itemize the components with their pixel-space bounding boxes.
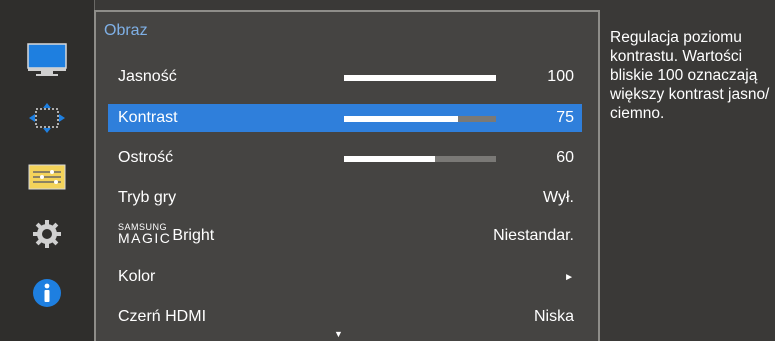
contrast-slider[interactable] [344, 116, 496, 122]
menu-item-label: SAMSUNG MAGIC Bright [118, 223, 215, 246]
submenu-arrow-icon: ► [564, 272, 574, 283]
monitor-icon [27, 43, 67, 76]
menu-item-label: Tryb gry [118, 189, 177, 206]
slider-fill [344, 156, 436, 162]
slider-fill [344, 75, 496, 81]
osd-screen: Obraz Jasność 100 Kontrast 75 Ostrość 60… [0, 0, 775, 341]
menu-item-contrast[interactable]: Kontrast 75 [108, 104, 582, 132]
settings-sliders-icon [28, 164, 66, 190]
menu-item-value: Niska [533, 308, 574, 325]
sharpness-slider[interactable] [344, 156, 496, 162]
magic-bright-label: Bright [172, 227, 215, 244]
menu-item-label: Jasność [118, 68, 177, 85]
samsung-magic-logo: SAMSUNG MAGIC [118, 223, 172, 246]
sidebar-item-position[interactable] [0, 96, 94, 140]
menu-item-value: Wył. [543, 189, 574, 206]
sidebar-item-system[interactable] [0, 212, 94, 256]
help-description: Regulacja poziomu kontrastu. Wartości bl… [610, 29, 770, 122]
sidebar-item-picture[interactable] [0, 38, 94, 82]
menu-item-label: Ostrość [118, 149, 174, 166]
sidebar-item-settings-sliders[interactable] [0, 155, 94, 199]
category-sidebar [0, 0, 95, 341]
menu-item-sharpness[interactable]: Ostrość 60 [108, 144, 582, 172]
gear-icon [33, 220, 61, 248]
move-arrows-icon [29, 103, 65, 133]
help-panel: Regulacja poziomu kontrastu. Wartości bl… [600, 10, 775, 341]
menu-item-brightness[interactable]: Jasność 100 [108, 63, 582, 91]
menu-item-value: 60 [556, 149, 574, 166]
menu-item-value: 100 [547, 68, 574, 85]
picture-menu: Obraz Jasność 100 Kontrast 75 Ostrość 60… [94, 10, 600, 341]
menu-title: Obraz [104, 22, 148, 39]
slider-fill [344, 116, 458, 122]
menu-item-game-mode[interactable]: Tryb gry Wył. [108, 184, 582, 212]
menu-item-value: Niestandar. [493, 227, 574, 244]
magic-wordmark: MAGIC [118, 230, 172, 246]
menu-item-hdmi-black-level[interactable]: Czerń HDMI Niska [108, 303, 582, 331]
menu-item-value: 75 [556, 109, 574, 126]
sidebar-item-information[interactable] [0, 271, 94, 315]
brightness-slider[interactable] [344, 75, 496, 81]
info-icon [33, 279, 61, 307]
menu-item-color[interactable]: Kolor ► [108, 263, 582, 291]
menu-item-label: Kontrast [118, 109, 178, 126]
scroll-down-icon[interactable]: ▼ [334, 329, 343, 339]
menu-item-label: Kolor [118, 268, 156, 285]
menu-item-magic-bright[interactable]: SAMSUNG MAGIC Bright Niestandar. [108, 222, 582, 250]
menu-item-label: Czerń HDMI [118, 308, 207, 325]
